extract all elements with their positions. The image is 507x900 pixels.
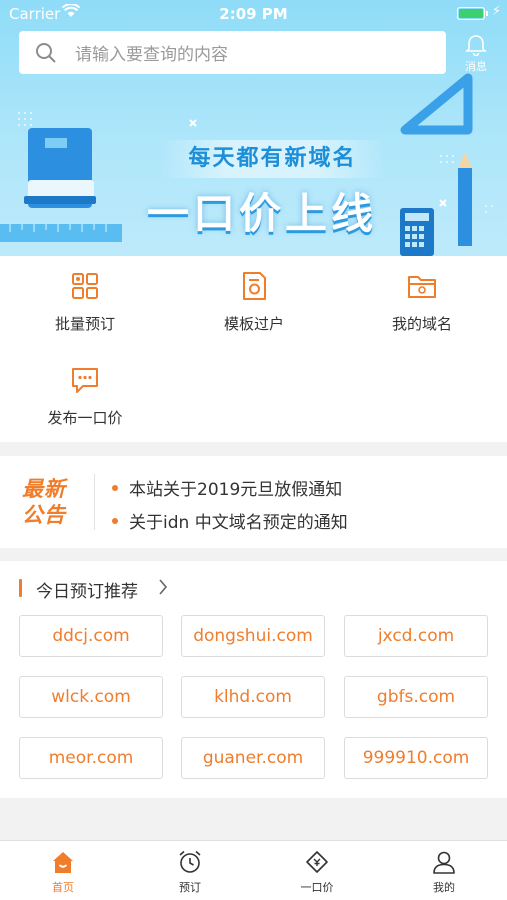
banner-headline: 一口价上线 — [146, 189, 377, 238]
search-icon — [36, 42, 56, 63]
search-input[interactable]: 请输入要查询的内容 — [75, 40, 228, 65]
tab-fixed-price[interactable]: 一口价 — [277, 849, 357, 895]
home-icon — [53, 852, 73, 873]
domain-chip[interactable]: 999910.com — [344, 737, 488, 779]
tab-label: 首页 — [52, 881, 74, 894]
message-button[interactable]: 消息 — [456, 34, 496, 74]
battery-tip — [486, 11, 488, 16]
quick-action-publish-price[interactable]: 发布一口价 — [25, 364, 145, 428]
quick-action-my-domains[interactable]: 我的域名 — [362, 270, 482, 334]
tab-label: 我的 — [433, 881, 455, 894]
domain-chip[interactable]: wlck.com — [19, 676, 163, 718]
message-label: 消息 — [465, 60, 487, 73]
user-icon — [433, 851, 455, 874]
quick-action-label: 批量预订 — [54, 315, 115, 333]
bullet-dot — [112, 485, 118, 491]
search-bar[interactable]: 请输入要查询的内容 — [19, 31, 446, 74]
template-doc-icon — [243, 272, 266, 300]
banner-tagline: 每天都有新域名 — [160, 140, 385, 178]
announcement-item[interactable]: 本站关于2019元旦放假通知 — [112, 475, 342, 500]
recommendation-panel: 今日预订推荐 ddcj.com dongshui.com jxcd.com wl… — [0, 561, 507, 798]
tab-reserve[interactable]: 预订 — [150, 849, 230, 895]
status-bar: Carrier 2:09 PM ⚡ — [0, 0, 507, 28]
tab-label: 一口价 — [300, 881, 334, 894]
section-accent-bar — [19, 579, 22, 597]
folder-icon — [408, 276, 436, 298]
bell-icon — [465, 35, 487, 56]
domain-chip[interactable]: dongshui.com — [181, 615, 325, 657]
quick-action-label: 发布一口价 — [47, 409, 123, 427]
quick-actions: 批量预订 模板过户 我的域名 发布一口价 — [0, 256, 507, 442]
domain-chip[interactable]: ddcj.com — [19, 615, 163, 657]
battery-icon — [457, 7, 485, 20]
publish-chat-icon — [72, 368, 98, 393]
domain-chip[interactable]: meor.com — [19, 737, 163, 779]
divider — [94, 474, 95, 530]
bullet-dot — [112, 518, 118, 524]
announcement-item[interactable]: 关于idn 中文域名预定的通知 — [112, 508, 348, 533]
quick-action-batch-reserve[interactable]: 批量预订 — [25, 270, 145, 334]
announcement-panel: 最新 公告 本站关于2019元旦放假通知 关于idn 中文域名预定的通知 — [0, 456, 507, 548]
tab-label: 预订 — [179, 881, 201, 894]
tab-profile[interactable]: 我的 — [404, 849, 484, 895]
domain-chip[interactable]: guaner.com — [181, 737, 325, 779]
charging-icon: ⚡ — [491, 4, 501, 19]
announcement-logo-line2: 公告 — [22, 503, 66, 527]
announcement-text: 本站关于2019元旦放假通知 — [129, 480, 343, 500]
alarm-clock-icon — [179, 850, 201, 873]
domain-chip[interactable]: jxcd.com — [344, 615, 488, 657]
announcement-logo-line1: 最新 — [22, 477, 66, 501]
clock: 2:09 PM — [219, 5, 288, 23]
tab-bar: 首页 预订 一口价 我的 — [0, 840, 507, 900]
hero-banner[interactable]: Carrier 2:09 PM ⚡ 请输入要查询的内容 消息 每天都有新域名 一… — [0, 0, 507, 256]
batch-grid-icon — [72, 273, 98, 299]
chevron-right-icon[interactable] — [158, 578, 168, 596]
quick-action-template-transfer[interactable]: 模板过户 — [194, 270, 314, 334]
quick-action-label: 模板过户 — [223, 315, 284, 333]
announcement-logo: 最新 公告 — [22, 476, 76, 528]
quick-action-label: 我的域名 — [391, 315, 452, 333]
announcement-text: 关于idn 中文域名预定的通知 — [129, 513, 348, 533]
price-tag-icon — [306, 851, 328, 873]
tab-home[interactable]: 首页 — [23, 849, 103, 895]
domain-chip[interactable]: klhd.com — [181, 676, 325, 718]
recommendation-title[interactable]: 今日预订推荐 — [36, 577, 138, 602]
domain-chip[interactable]: gbfs.com — [344, 676, 488, 718]
